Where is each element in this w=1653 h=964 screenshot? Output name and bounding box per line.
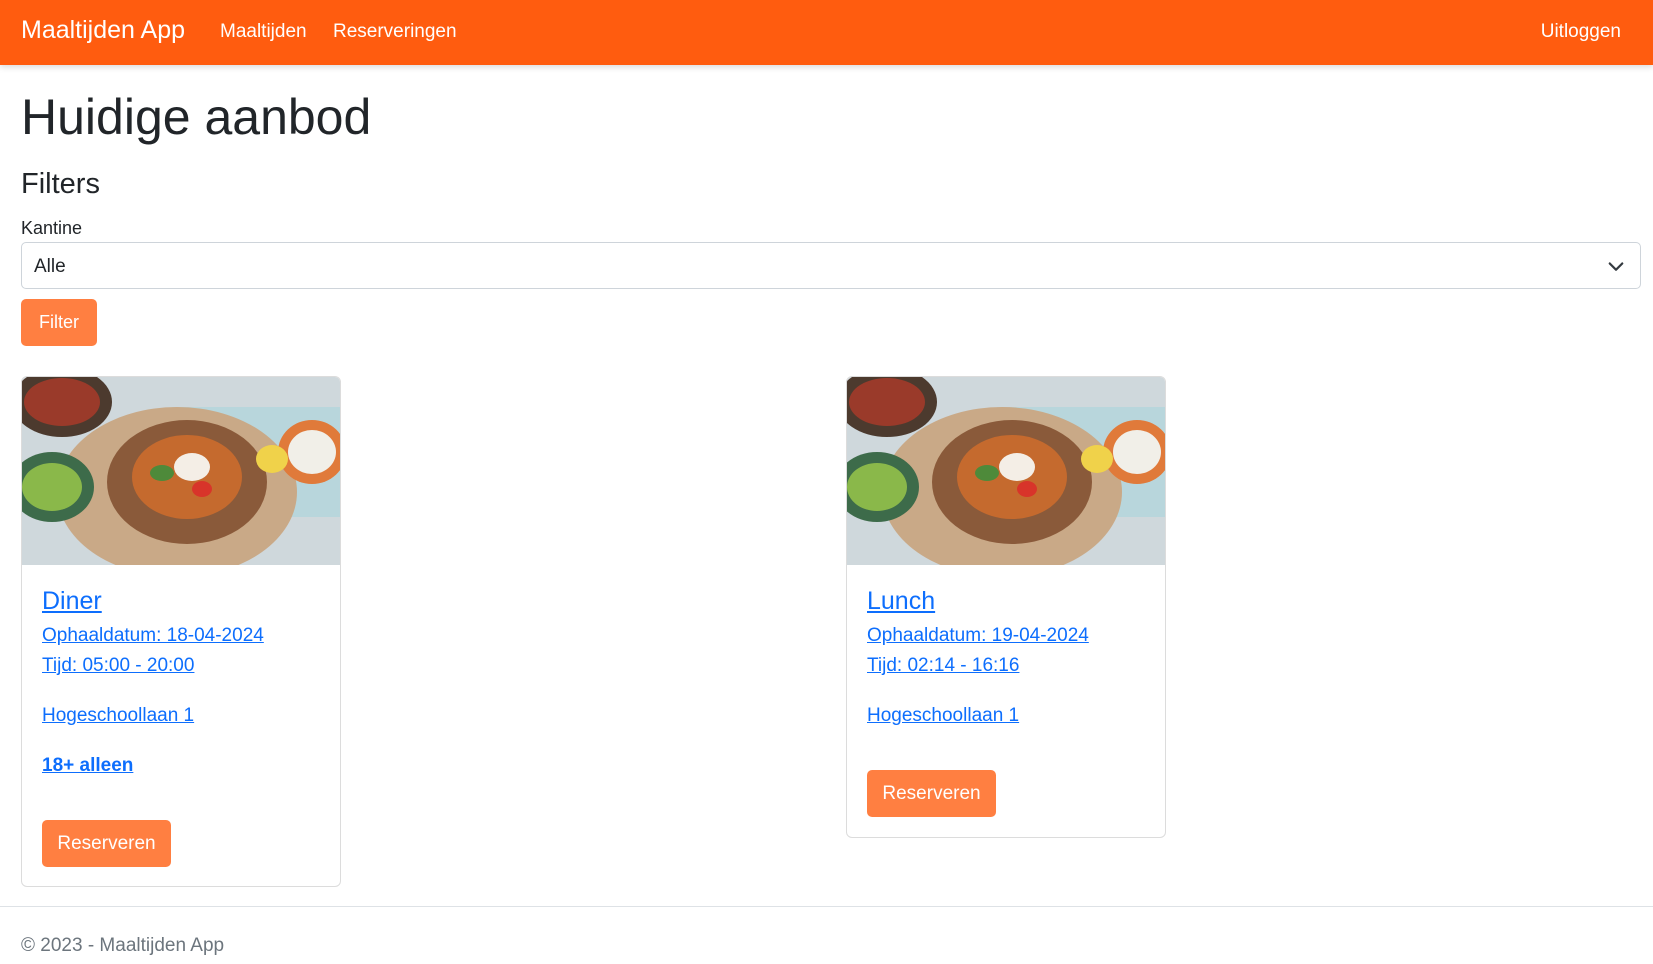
address-link[interactable]: Hogeschoollaan 1 [42, 705, 194, 727]
kantine-label: Kantine [21, 218, 83, 238]
meal-image [847, 377, 1165, 565]
reserve-button[interactable]: Reserveren [867, 770, 996, 817]
filter-button[interactable]: Filter [21, 299, 97, 346]
pickup-date-link[interactable]: Ophaaldatum: 18-04-2024 [42, 625, 264, 647]
nav-link-reserveringen[interactable]: Reserveringen [333, 21, 457, 43]
age-restriction-link[interactable]: 18+ alleen [42, 755, 133, 777]
meal-image [22, 377, 340, 565]
navbar: Maaltijden App Maaltijden Reserveringen … [0, 0, 1653, 65]
meal-title-link[interactable]: Diner [42, 587, 102, 616]
logout-link[interactable]: Uitloggen [1541, 21, 1621, 43]
pickup-time-link[interactable]: Tijd: 02:14 - 16:16 [867, 655, 1019, 677]
footer-divider [0, 906, 1653, 907]
address-link[interactable]: Hogeschoollaan 1 [867, 705, 1019, 727]
kantine-select-value: Alle [34, 256, 66, 277]
meal-title-link[interactable]: Lunch [867, 587, 935, 616]
footer-copyright: © 2023 - Maaltijden App [21, 935, 225, 956]
nav-link-maaltijden[interactable]: Maaltijden [220, 21, 307, 43]
meal-card: Lunch Ophaaldatum: 19-04-2024 Tijd: 02:1… [846, 376, 1166, 838]
meal-card: Diner Ophaaldatum: 18-04-2024 Tijd: 05:0… [21, 376, 341, 887]
pickup-time-link[interactable]: Tijd: 05:00 - 20:00 [42, 655, 194, 677]
pickup-date-link[interactable]: Ophaaldatum: 19-04-2024 [867, 625, 1089, 647]
kantine-select[interactable]: Alle [21, 242, 1641, 289]
filters-heading: Filters [21, 168, 100, 200]
chevron-down-icon [1608, 262, 1624, 271]
brand-link[interactable]: Maaltijden App [21, 16, 185, 45]
reserve-button[interactable]: Reserveren [42, 820, 171, 867]
page-title: Huidige aanbod [21, 89, 372, 145]
